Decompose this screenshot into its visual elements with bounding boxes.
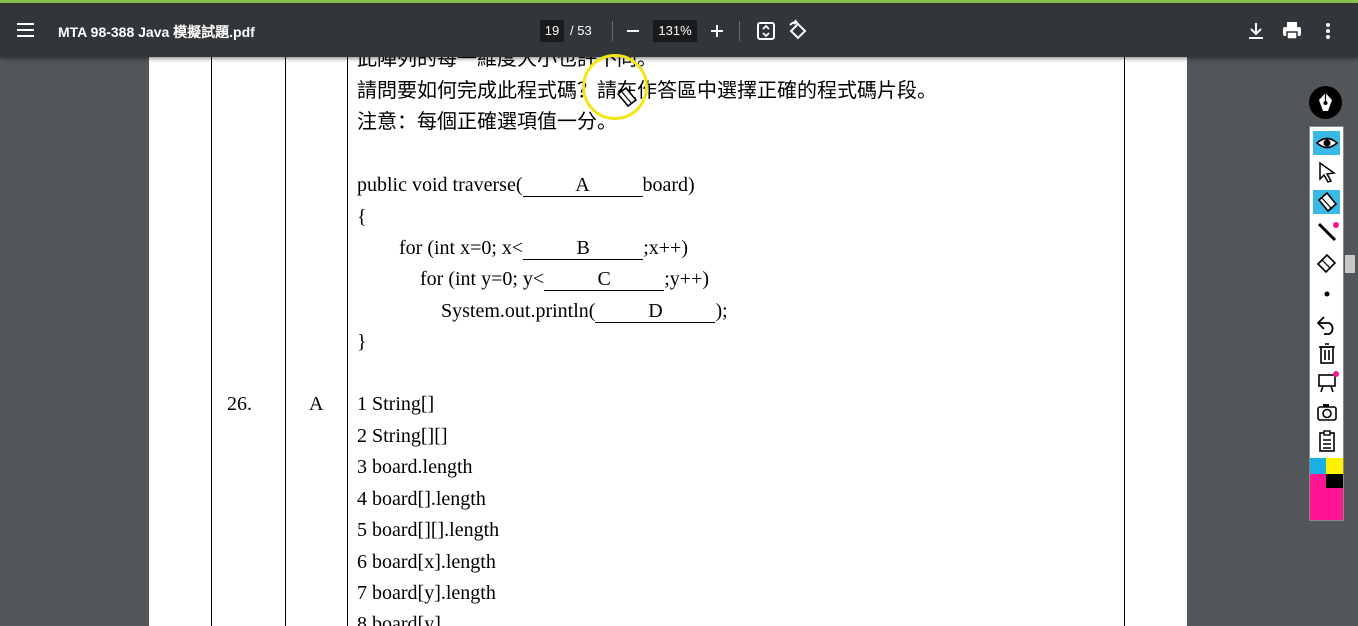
code-text: for (int y=0; y< bbox=[420, 268, 545, 290]
document-title: MTA 98-388 Java 模擬試題.pdf bbox=[58, 24, 255, 40]
option-item: 1 String[] bbox=[357, 393, 435, 415]
highlighter-cursor-icon bbox=[614, 84, 640, 115]
code-line: public void traverse(Aboard) bbox=[357, 173, 695, 197]
menu-icon[interactable] bbox=[16, 20, 36, 40]
dot-size-icon[interactable] bbox=[1313, 282, 1340, 306]
undo-icon[interactable] bbox=[1313, 312, 1340, 336]
fit-page-icon[interactable] bbox=[754, 19, 778, 43]
code-blank-b: B bbox=[523, 237, 644, 260]
download-icon[interactable] bbox=[1244, 19, 1268, 43]
option-item: 5 board[][].length bbox=[357, 519, 500, 541]
code-blank-a: A bbox=[522, 174, 643, 197]
option-item: 2 String[][] bbox=[357, 425, 448, 447]
table-border bbox=[1124, 57, 1125, 626]
answer-cell: A bbox=[309, 393, 324, 415]
code-line: { bbox=[357, 206, 367, 228]
line-icon[interactable] bbox=[1313, 220, 1340, 244]
camera-icon[interactable] bbox=[1313, 400, 1340, 424]
option-item: 6 board[x].length bbox=[357, 551, 496, 573]
code-blank-d: D bbox=[595, 300, 716, 323]
color-swatch-cyan[interactable] bbox=[1310, 458, 1326, 474]
option-item: 8 board[y] bbox=[357, 613, 441, 626]
board-icon[interactable] bbox=[1313, 370, 1340, 394]
code-text: board) bbox=[642, 174, 695, 196]
more-options-icon[interactable] bbox=[1316, 19, 1340, 43]
pdf-toolbar: MTA 98-388 Java 模擬試題.pdf / 53 131% bbox=[0, 3, 1358, 57]
table-border bbox=[211, 57, 212, 626]
question-text-line: 注意：每個正確選項值一分。 bbox=[357, 111, 617, 133]
highlighter-icon[interactable] bbox=[1313, 190, 1340, 214]
code-line: for (int y=0; y< C ;y++) bbox=[420, 267, 709, 291]
question-number: 26. bbox=[227, 393, 252, 415]
table-border bbox=[347, 57, 348, 626]
eraser-icon[interactable] bbox=[1313, 250, 1340, 274]
eye-icon[interactable] bbox=[1313, 131, 1340, 155]
code-text: for (int x=0; x< bbox=[399, 237, 524, 259]
code-text: ); bbox=[715, 300, 728, 322]
zoom-in-button[interactable] bbox=[708, 22, 726, 40]
color-swatch-yellow[interactable] bbox=[1326, 458, 1343, 474]
table-border bbox=[285, 57, 286, 626]
code-line: System.out.println(D); bbox=[441, 299, 728, 323]
color-swatch-black[interactable] bbox=[1326, 474, 1343, 488]
code-blank-c: C bbox=[544, 268, 665, 291]
print-icon[interactable] bbox=[1280, 19, 1304, 43]
page-number-input[interactable] bbox=[540, 20, 564, 42]
annotation-toolbar bbox=[1309, 126, 1344, 521]
scrollbar-thumb[interactable] bbox=[1345, 255, 1355, 273]
zoom-out-button[interactable] bbox=[624, 22, 642, 40]
code-text: ;y++) bbox=[664, 268, 709, 290]
trash-icon[interactable] bbox=[1313, 341, 1340, 365]
option-item: 7 board[y].length bbox=[357, 582, 496, 604]
code-text: ;x++) bbox=[643, 237, 688, 259]
zoom-level-input[interactable]: 131% bbox=[653, 20, 697, 42]
code-text: public void traverse( bbox=[357, 174, 523, 196]
page-total: / 53 bbox=[570, 23, 592, 38]
pen-icon[interactable] bbox=[1309, 86, 1342, 119]
pointer-icon[interactable] bbox=[1313, 160, 1340, 184]
code-line: } bbox=[357, 331, 367, 353]
pdf-page: 此陣列的每一維度大小也許不同。 請問要如何完成此程式碼？請在作答區中選擇正確的程… bbox=[149, 57, 1187, 626]
color-palette[interactable] bbox=[1310, 458, 1343, 520]
code-text: System.out.println( bbox=[441, 300, 596, 322]
toolbar-separator bbox=[612, 21, 613, 41]
code-line: for (int x=0; x< B ;x++) bbox=[399, 236, 688, 260]
clipboard-icon[interactable] bbox=[1313, 429, 1340, 453]
toolbar-separator bbox=[739, 21, 740, 41]
option-item: 3 board.length bbox=[357, 456, 473, 478]
rotate-icon[interactable] bbox=[786, 19, 810, 43]
option-item: 4 board[].length bbox=[357, 488, 486, 510]
